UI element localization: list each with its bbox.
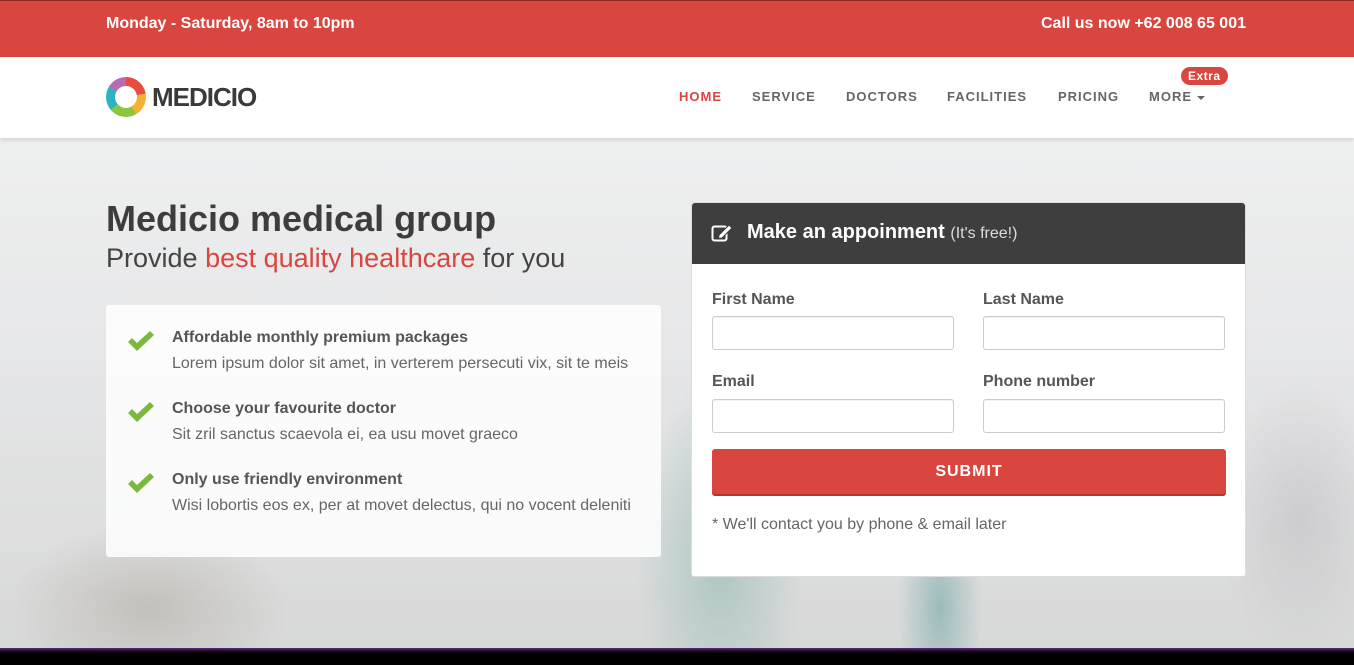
logo-text: MEDICIO: [152, 81, 257, 112]
hero-title: Medicio medical group: [106, 198, 497, 239]
appointment-subtitle: (It's free!): [950, 225, 1018, 242]
last-name-label: Last Name: [983, 291, 1064, 308]
appointment-title: Make an appoinment (It's free!): [747, 221, 1017, 244]
main-navbar: MEDICIO HOME SERVICE DOCTORS FACILITIES …: [0, 57, 1354, 138]
feature-desc: Wisi lobortis eos ex, per at movet delec…: [172, 497, 631, 514]
first-name-label: First Name: [712, 291, 795, 308]
check-icon: [128, 473, 154, 493]
submit-button[interactable]: SUBMIT: [712, 449, 1226, 494]
feature-title: Only use friendly environment: [172, 471, 403, 488]
nav-item-more-label: MORE: [1149, 89, 1192, 104]
email-field[interactable]: [712, 399, 954, 433]
nav-item-more[interactable]: MORE: [1149, 89, 1205, 104]
edit-icon: [711, 224, 733, 242]
feature-desc: Lorem ipsum dolor sit amet, in verterem …: [172, 355, 629, 372]
phone-label: Phone number: [983, 373, 1096, 390]
nav-item-home[interactable]: HOME: [679, 89, 722, 104]
top-info-bar: Monday - Saturday, 8am to 10pm Call us n…: [0, 0, 1354, 57]
nav-item-doctors[interactable]: DOCTORS: [846, 89, 918, 104]
subtitle-highlight: best quality healthcare: [205, 243, 476, 273]
email-label: Email: [712, 373, 755, 390]
brand-logo[interactable]: MEDICIO: [106, 77, 257, 117]
nav-item-pricing[interactable]: PRICING: [1058, 89, 1119, 104]
contact-note: * We'll contact you by phone & email lat…: [712, 516, 1007, 533]
appointment-form-header: Make an appoinment (It's free!): [692, 203, 1245, 264]
caret-down-icon: [1197, 95, 1205, 100]
logo-ring-icon: [106, 77, 146, 117]
first-name-field[interactable]: [712, 316, 954, 350]
extra-badge: Extra: [1181, 67, 1228, 85]
nav-item-service[interactable]: SERVICE: [752, 89, 816, 104]
feature-desc: Sit zril sanctus scaevola ei, ea usu mov…: [172, 426, 518, 443]
hero-headline: Medicio medical group Provide best quali…: [106, 199, 565, 275]
check-icon: [128, 331, 154, 351]
feature-title: Affordable monthly premium packages: [172, 329, 469, 346]
opening-hours: Monday - Saturday, 8am to 10pm: [106, 15, 355, 32]
subtitle-text-end: for you: [475, 243, 566, 273]
appointment-title-text: Make an appoinment: [747, 221, 945, 243]
call-us-phone: Call us now +62 008 65 001: [1040, 15, 1246, 32]
subtitle-text: Provide: [106, 243, 206, 273]
phone-field[interactable]: [983, 399, 1225, 433]
last-name-field[interactable]: [983, 316, 1225, 350]
nav-item-facilities[interactable]: FACILITIES: [947, 89, 1027, 104]
page-bottom-edge: [0, 648, 1354, 665]
check-icon: [128, 402, 154, 422]
appointment-form: Make an appoinment (It's free!) First Na…: [691, 202, 1246, 577]
features-panel: Affordable monthly premium packages Lore…: [106, 305, 661, 557]
hero-subtitle: Provide best quality healthcare for you: [106, 241, 565, 275]
feature-title: Choose your favourite doctor: [172, 400, 397, 417]
